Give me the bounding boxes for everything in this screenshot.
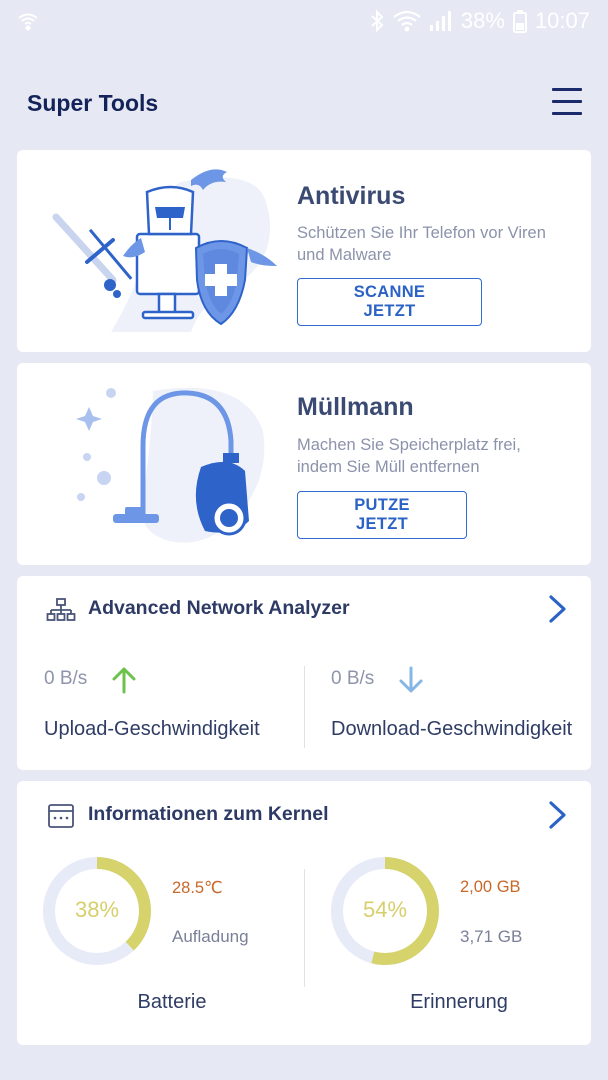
hamburger-menu-icon[interactable] [552, 88, 582, 118]
scan-now-button[interactable]: SCANNE JETZT [297, 278, 482, 326]
kernel-info-card[interactable]: Informationen zum Kernel 38% 28.5℃ Aufla… [17, 781, 591, 1045]
clean-now-button[interactable]: PUTZE JETZT [297, 491, 467, 539]
memory-percent-label: 54% [362, 897, 408, 922]
network-icon [46, 598, 76, 621]
download-speed-value: 0 B/s [331, 668, 375, 689]
network-divider [304, 666, 305, 748]
memory-label: Erinnerung [410, 991, 508, 1013]
memory-total: 3,71 GB [460, 927, 523, 946]
battery-icon [512, 10, 527, 33]
cleaner-card[interactable]: Müllmann Machen Sie Speicherplatz frei, … [17, 363, 591, 565]
download-arrow-icon [399, 666, 423, 693]
signal-icon [429, 11, 451, 31]
download-speed-label: Download-Geschwindigkeit [331, 718, 573, 740]
antivirus-description: Schützen Sie Ihr Telefon vor Viren und M… [297, 224, 546, 264]
app-title: Super Tools [27, 90, 159, 116]
cleaner-title: Müllmann [297, 393, 414, 421]
upload-arrow-icon [112, 667, 136, 694]
battery-label: Batterie [137, 991, 207, 1013]
antivirus-card[interactable]: Antivirus Schützen Sie Ihr Telefon vor V… [17, 150, 591, 352]
menu-bar [552, 100, 582, 103]
bluetooth-icon [371, 9, 384, 33]
memory-used: 2,00 GB [460, 878, 521, 896]
battery-state: Aufladung [172, 927, 249, 946]
knight-shield-illustration [52, 169, 277, 332]
menu-bar [552, 88, 582, 91]
calendar-icon [48, 804, 74, 828]
kernel-divider [304, 869, 305, 987]
clock: 10:07 [534, 8, 590, 33]
upload-speed-label: Upload-Geschwindigkeit [44, 718, 260, 740]
vacuum-cleaner-illustration [76, 387, 265, 543]
network-analyzer-card[interactable]: Advanced Network Analyzer 0 B/s Upload-G… [17, 576, 591, 770]
chevron-right-icon[interactable] [545, 593, 571, 625]
chevron-right-icon[interactable] [545, 799, 571, 831]
battery-percent-label: 38% [74, 897, 120, 922]
antivirus-title: Antivirus [297, 182, 406, 210]
status-bar: 38% 10:07 [0, 0, 608, 44]
upload-speed-value: 0 B/s [44, 668, 88, 689]
battery-percent: 38% [460, 8, 505, 33]
wifi-icon [393, 10, 421, 32]
battery-temperature: 28.5℃ [172, 879, 223, 897]
wifi-hotspot-icon [18, 13, 38, 31]
menu-bar [552, 112, 582, 115]
kernel-title: Informationen zum Kernel [88, 803, 329, 825]
network-title: Advanced Network Analyzer [88, 597, 350, 619]
cleaner-description: Machen Sie Speicherplatz frei, indem Sie… [297, 436, 521, 476]
